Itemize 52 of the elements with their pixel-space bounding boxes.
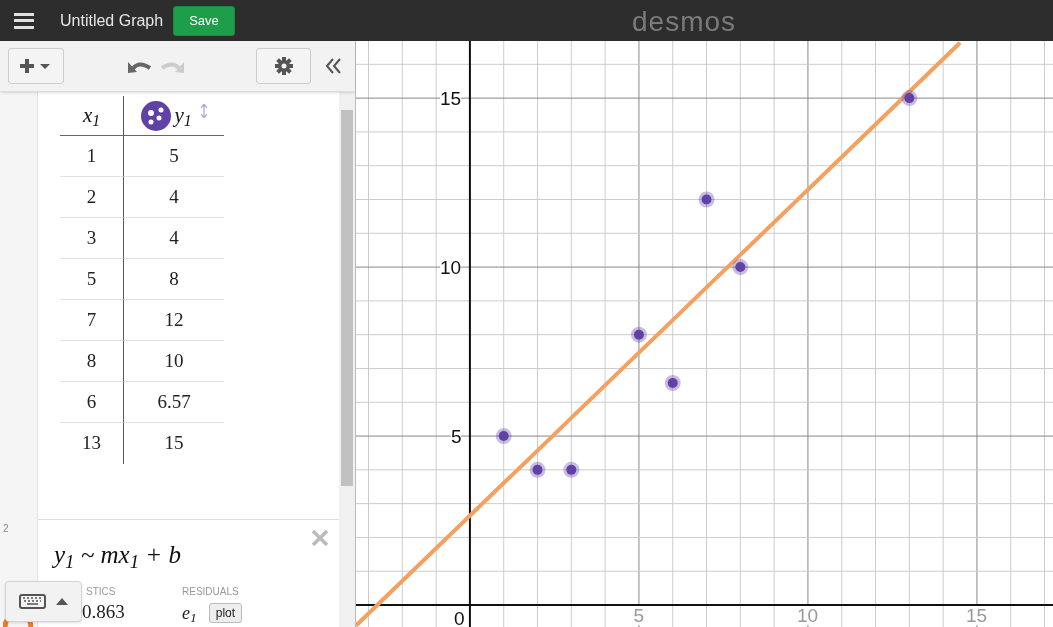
graph-title[interactable]: Untitled Graph [60, 8, 164, 33]
data-point[interactable] [664, 375, 681, 391]
collapse-icon[interactable] [325, 57, 341, 75]
data-point[interactable] [732, 259, 749, 276]
data-point[interactable] [495, 428, 512, 445]
keyboard-icon [19, 594, 46, 609]
data-point[interactable] [563, 461, 580, 478]
residuals-label: RESIDUALS [182, 584, 240, 599]
column-header[interactable]: x$_{1}$ [82, 99, 101, 132]
logo: desmos [632, 5, 737, 39]
plus-icon [19, 58, 53, 74]
settings-button[interactable] [256, 48, 311, 84]
expression-icon [3, 619, 33, 627]
table-cell[interactable]: 5 [86, 264, 97, 294]
residual-variable: e$_{1}$ [182, 601, 197, 627]
expression-number: 2 [2, 522, 10, 536]
table-cell[interactable]: 6.57 [157, 387, 191, 417]
drag-handle-icon[interactable] [200, 103, 207, 118]
tick-label: 10 [796, 606, 819, 626]
table-cell[interactable]: 5 [169, 141, 179, 171]
data-point[interactable] [529, 461, 546, 478]
tick-label: 15 [965, 606, 988, 626]
keyboard-button[interactable] [5, 581, 82, 622]
plot-button[interactable]: plot [208, 603, 243, 623]
regression-formula[interactable]: y$_{1}$ ~ mx$_{1}$ + b [54, 536, 339, 574]
table-cell[interactable]: 1 [86, 141, 97, 171]
table-cell[interactable]: 12 [164, 305, 184, 335]
tick-label: 0 [453, 609, 465, 627]
statistic-value: 0.863 [82, 600, 126, 623]
table-cell[interactable]: 13 [82, 429, 101, 458]
table-cell[interactable]: 10 [164, 346, 184, 376]
table-cell[interactable]: 6 [86, 387, 97, 417]
table-cell[interactable]: 15 [164, 429, 184, 458]
table-cell[interactable]: 2 [86, 182, 97, 212]
statistics-label: STICS [86, 584, 117, 599]
data-point[interactable] [698, 191, 715, 208]
settings-icon [274, 57, 293, 75]
table-cell[interactable]: 7 [86, 305, 97, 335]
add-button[interactable] [8, 48, 64, 84]
menu-icon[interactable] [14, 12, 34, 29]
table-cell[interactable]: 8 [169, 264, 179, 294]
table-cell[interactable]: 4 [169, 223, 179, 253]
data-point[interactable] [630, 326, 647, 343]
column-header[interactable]: y$_{1}$ [174, 99, 192, 132]
point-style-icon[interactable] [141, 100, 172, 131]
tick-label: 5 [633, 606, 644, 626]
table-cell[interactable]: 4 [169, 182, 179, 212]
scrollbar[interactable] [339, 92, 355, 627]
table-cell[interactable]: 3 [86, 223, 97, 253]
table-cell[interactable]: 8 [86, 346, 97, 376]
caret-icon [56, 598, 68, 605]
data-point[interactable] [901, 90, 918, 107]
